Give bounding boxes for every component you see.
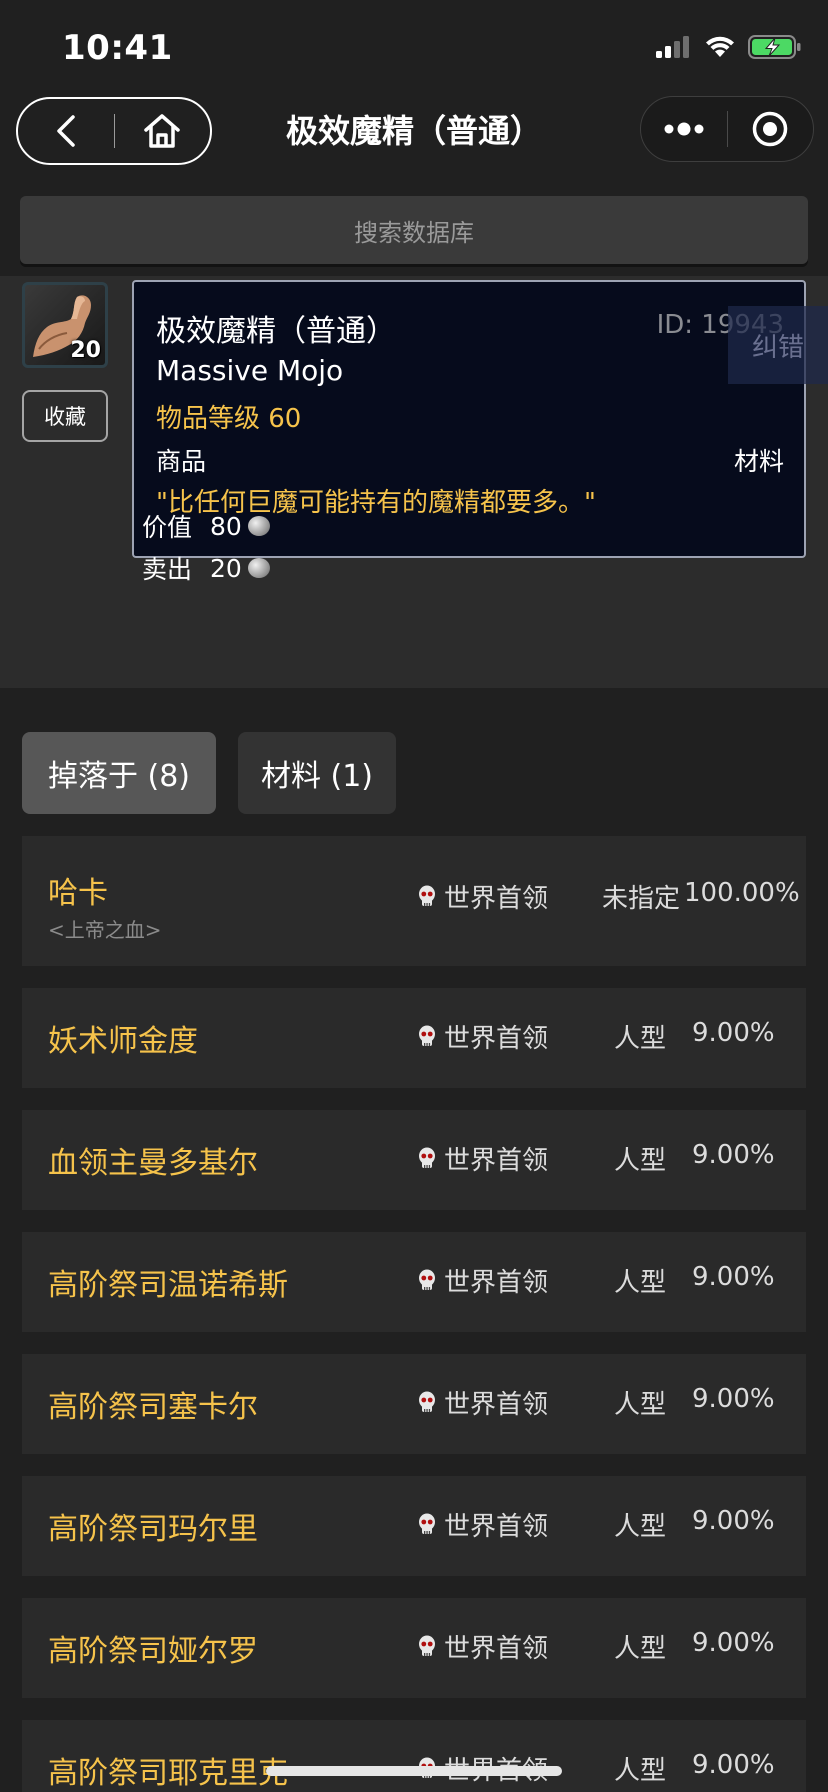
drop-npc-type: 世界首领 <box>418 1384 548 1421</box>
drop-npc-type: 世界首领 <box>418 1018 548 1055</box>
drop-rate: 9.00% <box>692 1262 775 1292</box>
drop-npc-category: 人型 <box>614 1756 667 1786</box>
silver-coin-icon <box>247 558 270 578</box>
nav-capsule-left <box>16 97 212 165</box>
more-button[interactable] <box>641 97 727 161</box>
price-sell-row: 卖出 20 <box>142 550 270 586</box>
drop-row[interactable]: 高阶祭司温诺希斯 世界首领 人型 9.00% <box>22 1232 806 1332</box>
drop-npc-type: 世界首领 <box>418 1262 548 1299</box>
drop-npc-subtitle: <上帝之血> <box>48 918 162 942</box>
skull-icon <box>418 885 436 909</box>
drop-npc-name: 血领主曼多基尔 <box>48 1146 258 1181</box>
drop-rate: 9.00% <box>692 1506 775 1536</box>
back-button[interactable] <box>18 99 114 163</box>
item-stack-count: 20 <box>70 338 101 363</box>
item-class: 商品 <box>156 447 207 476</box>
drop-npc-category: 人型 <box>614 1512 667 1542</box>
skull-icon <box>418 1391 436 1415</box>
drop-npc-type: 世界首领 <box>418 1628 548 1665</box>
home-indicator <box>266 1766 562 1776</box>
price-value-amount: 80 <box>210 511 242 541</box>
drop-row[interactable]: 高阶祭司塞卡尔 世界首领 人型 9.00% <box>22 1354 806 1454</box>
drop-rate: 9.00% <box>692 1018 775 1048</box>
cellular-signal-icon <box>656 36 689 58</box>
status-time: 10:41 <box>62 28 173 68</box>
status-bar: 10:41 <box>0 0 828 96</box>
drop-npc-type-label: 世界首领 <box>444 1024 549 1054</box>
price-value-row: 价值 80 <box>142 508 270 544</box>
close-miniprogram-button[interactable] <box>728 97 814 161</box>
drop-row[interactable]: 妖术师金度 世界首领 人型 9.00% <box>22 988 806 1088</box>
drop-rate: 9.00% <box>692 1628 775 1658</box>
drop-npc-name: 高阶祭司温诺希斯 <box>48 1268 288 1303</box>
drop-row[interactable]: 高阶祭司耶克里克世界首领人型9.00% <box>22 1720 806 1792</box>
favorite-button[interactable]: 收藏 <box>22 390 108 442</box>
drop-npc-category: 人型 <box>614 1024 667 1054</box>
drop-npc-name: 高阶祭司塞卡尔 <box>48 1390 258 1425</box>
drop-npc-type: 世界首领 <box>418 1506 548 1543</box>
drop-npc-name: 高阶祭司耶克里克 <box>48 1756 288 1791</box>
drop-row[interactable]: 血领主曼多基尔 世界首领 人型 9.00% <box>22 1110 806 1210</box>
skull-icon <box>418 1147 436 1171</box>
price-sell-label: 卖出 <box>142 555 193 584</box>
drop-rate: 9.00% <box>692 1750 775 1780</box>
search-input[interactable]: 搜索数据库 <box>20 196 808 264</box>
skull-icon <box>418 1269 436 1293</box>
drop-npc-type-label: 世界首领 <box>444 1390 549 1420</box>
page-title: 极效魔精（普通） <box>285 112 542 150</box>
drop-rate: 100.00% <box>684 878 800 908</box>
drop-npc-name: 哈卡 <box>48 876 108 911</box>
drop-row[interactable]: 高阶祭司玛尔里 世界首领 人型 9.00% <box>22 1476 806 1576</box>
drop-npc-category: 人型 <box>614 1390 667 1420</box>
tab-dropped-by[interactable]: 掉落于 (8) <box>22 732 216 814</box>
drop-npc-name: 高阶祭司玛尔里 <box>48 1512 258 1547</box>
item-english-name: Massive Mojo <box>156 354 344 387</box>
drop-rate: 9.00% <box>692 1140 775 1170</box>
tab-materials[interactable]: 材料 (1) <box>238 732 396 814</box>
drop-npc-category: 人型 <box>614 1268 667 1298</box>
more-dots-icon <box>664 122 704 136</box>
muscle-arm-icon: 20 <box>22 282 108 368</box>
drop-npc-name: 妖术师金度 <box>48 1024 198 1059</box>
skull-icon <box>418 1635 436 1659</box>
drop-npc-name: 高阶祭司娅尔罗 <box>48 1634 258 1669</box>
battery-charging-icon <box>748 35 801 59</box>
item-panel: 20 收藏 极效魔精（普通） ID: 19943 Massive Mojo 物品… <box>0 276 828 688</box>
drop-npc-type-label: 世界首领 <box>444 1146 549 1176</box>
status-icons <box>656 34 802 60</box>
nav-capsule-right <box>640 96 814 162</box>
drop-row[interactable]: 高阶祭司娅尔罗 世界首领 人型 9.00% <box>22 1598 806 1698</box>
home-icon <box>144 114 180 148</box>
target-circle-icon <box>753 111 788 147</box>
price-value-label: 价值 <box>142 513 193 542</box>
drop-npc-type-label: 世界首领 <box>444 1634 549 1664</box>
wifi-icon <box>706 36 734 57</box>
drop-npc-category: 人型 <box>614 1146 667 1176</box>
item-name: 极效魔精（普通） <box>156 314 396 349</box>
skull-icon <box>418 1513 436 1537</box>
drop-npc-type: 世界首领 <box>418 878 548 915</box>
drop-npc-type-label: 世界首领 <box>444 1512 549 1542</box>
item-level: 物品等级 60 <box>156 404 302 434</box>
drop-npc-type: 世界首领 <box>418 1140 548 1177</box>
home-button[interactable] <box>114 99 210 163</box>
item-subclass: 材料 <box>733 447 784 476</box>
drop-rate: 9.00% <box>692 1384 775 1414</box>
report-error-button[interactable]: 纠错 <box>728 306 828 384</box>
price-sell-amount: 20 <box>210 553 242 583</box>
chevron-left-icon <box>57 115 75 147</box>
drop-npc-type-label: 世界首领 <box>444 884 549 914</box>
drop-npc-type-label: 世界首领 <box>444 1268 549 1298</box>
drop-npc-category: 未指定 <box>602 884 681 914</box>
drop-npc-category: 人型 <box>614 1634 667 1664</box>
drop-row[interactable]: 哈卡 <上帝之血> 世界首领 未指定 100.00% <box>22 836 806 966</box>
skull-icon <box>418 1025 436 1049</box>
silver-coin-icon <box>247 516 270 536</box>
